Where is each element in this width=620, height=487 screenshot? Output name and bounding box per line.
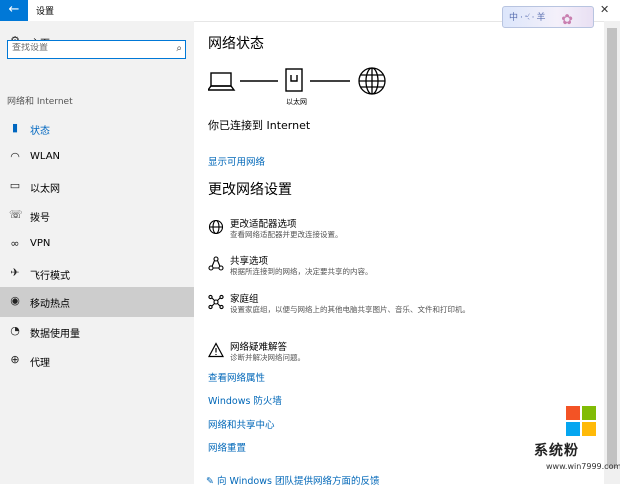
ethernet-caption: 以太网 (286, 98, 307, 106)
sidebar-item-hotspot[interactable]: ◉ 移动热点 (0, 287, 194, 317)
option-homegroup[interactable]: 家庭组 设置家庭组，以便与网络上的其他电脑共享图片、音乐、文件和打印机。 (208, 291, 588, 323)
show-networks-link[interactable]: 显示可用网络 (208, 154, 265, 168)
sidebar-item-proxy[interactable]: ⊕ 代理 (0, 347, 194, 375)
feedback-link[interactable]: ✎ 向 Windows 团队提供网络方面的反馈 (206, 473, 379, 487)
vpn-icon: ∞ (10, 237, 20, 250)
network-reset-link[interactable]: 网络重置 (208, 440, 246, 454)
search-icon[interactable]: ⌕ (176, 43, 182, 54)
hotspot-icon: ◉ (10, 294, 20, 307)
sidebar-item-label: 移动热点 (30, 299, 70, 310)
option-desc: 查看网络适配器并更改连接设置。 (230, 230, 343, 239)
option-sharing[interactable]: 共享选项 根据所连接到的网络，决定要共享的内容。 (208, 253, 588, 285)
status-icon: ▮ (11, 121, 19, 134)
option-title: 家庭组 (230, 294, 259, 305)
change-settings-title: 更改网络设置 (208, 182, 292, 198)
option-desc: 根据所连接到的网络，决定要共享的内容。 (230, 267, 373, 276)
windows-logo-icon (566, 406, 596, 436)
back-button[interactable]: ← (0, 0, 28, 21)
option-title: 共享选项 (230, 256, 269, 267)
firewall-link[interactable]: Windows 防火墙 (208, 393, 282, 407)
sidebar-item-data-usage[interactable]: ◔ 数据使用量 (0, 318, 194, 346)
search-input[interactable] (12, 43, 162, 53)
window-title: 设置 (36, 7, 55, 17)
proxy-icon: ⊕ (10, 353, 20, 366)
feedback-text: 向 Windows 团队提供网络方面的反馈 (217, 476, 380, 487)
sidebar-item-vpn[interactable]: ∞ VPN (0, 231, 194, 259)
sidebar-item-dialup[interactable]: ☏ 拨号 (0, 202, 194, 230)
sidebar-item-airplane[interactable]: ✈ 飞行模式 (0, 260, 194, 288)
airplane-icon: ✈ (10, 266, 20, 279)
logo-green (582, 406, 596, 420)
option-title: 网络疑难解答 (230, 342, 288, 353)
watermark-text: 系统粉 (534, 443, 579, 459)
scrollbar-thumb[interactable] (607, 28, 617, 468)
view-properties-link[interactable]: 查看网络属性 (208, 370, 265, 384)
sidebar-item-label: 数据使用量 (30, 329, 80, 340)
sharing-center-link[interactable]: 网络和共享中心 (208, 417, 275, 431)
troubleshoot-icon (208, 342, 224, 358)
sidebar-item-status[interactable]: ▮ 状态 (0, 115, 194, 143)
option-desc: 设置家庭组，以便与网络上的其他电脑共享图片、音乐、文件和打印机。 (230, 305, 470, 314)
sidebar-item-wlan[interactable]: ◠ WLAN (0, 144, 194, 172)
dialup-icon: ☏ (9, 208, 23, 221)
adapter-icon (208, 219, 224, 235)
close-icon[interactable]: ✕ (600, 3, 609, 16)
network-status-title: 网络状态 (208, 36, 264, 52)
globe-icon (358, 67, 386, 95)
logo-blue (566, 422, 580, 436)
sidebar-item-label: 拨号 (30, 213, 50, 224)
logo-red (566, 406, 580, 420)
option-adapter[interactable]: 更改适配器选项 查看网络适配器并更改连接设置。 (208, 216, 588, 248)
data-usage-icon: ◔ (10, 324, 20, 337)
sidebar-item-label: 代理 (30, 358, 50, 369)
sidebar-item-label: 以太网 (30, 184, 60, 195)
ethernet-port-icon (285, 68, 303, 92)
ethernet-icon: ▭ (9, 179, 21, 192)
watermark-url: www.win7999.com (546, 462, 620, 471)
search-box[interactable]: ⌕ (7, 40, 186, 59)
sidebar-item-label: 飞行模式 (30, 271, 70, 282)
connection-status-text: 你已连接到 Internet (208, 119, 311, 132)
sidebar-section-label: 网络和 Internet (7, 97, 73, 107)
sharing-icon (208, 256, 224, 271)
sidebar-item-label: 状态 (30, 126, 50, 137)
back-arrow-icon: ← (8, 2, 20, 17)
wifi-icon: ◠ (10, 150, 20, 163)
feedback-icon: ✎ (206, 476, 214, 487)
sidebar-item-label: VPN (30, 238, 51, 249)
main-content: 网络状态 以太网 你已连接到 Internet 显示可用网络 更改网络设置 更改… (194, 21, 604, 487)
homegroup-icon (208, 294, 224, 310)
laptop-icon (208, 72, 236, 91)
option-title: 更改适配器选项 (230, 219, 297, 230)
logo-yellow (582, 422, 596, 436)
option-desc: 诊断并解决网络问题。 (230, 353, 305, 362)
sidebar-item-ethernet[interactable]: ▭ 以太网 (0, 173, 194, 201)
option-troubleshoot[interactable]: 网络疑难解答 诊断并解决网络问题。 (208, 339, 588, 371)
watermark: 系统粉 www.win7999.com (534, 406, 620, 484)
sidebar-item-label: WLAN (30, 151, 61, 162)
